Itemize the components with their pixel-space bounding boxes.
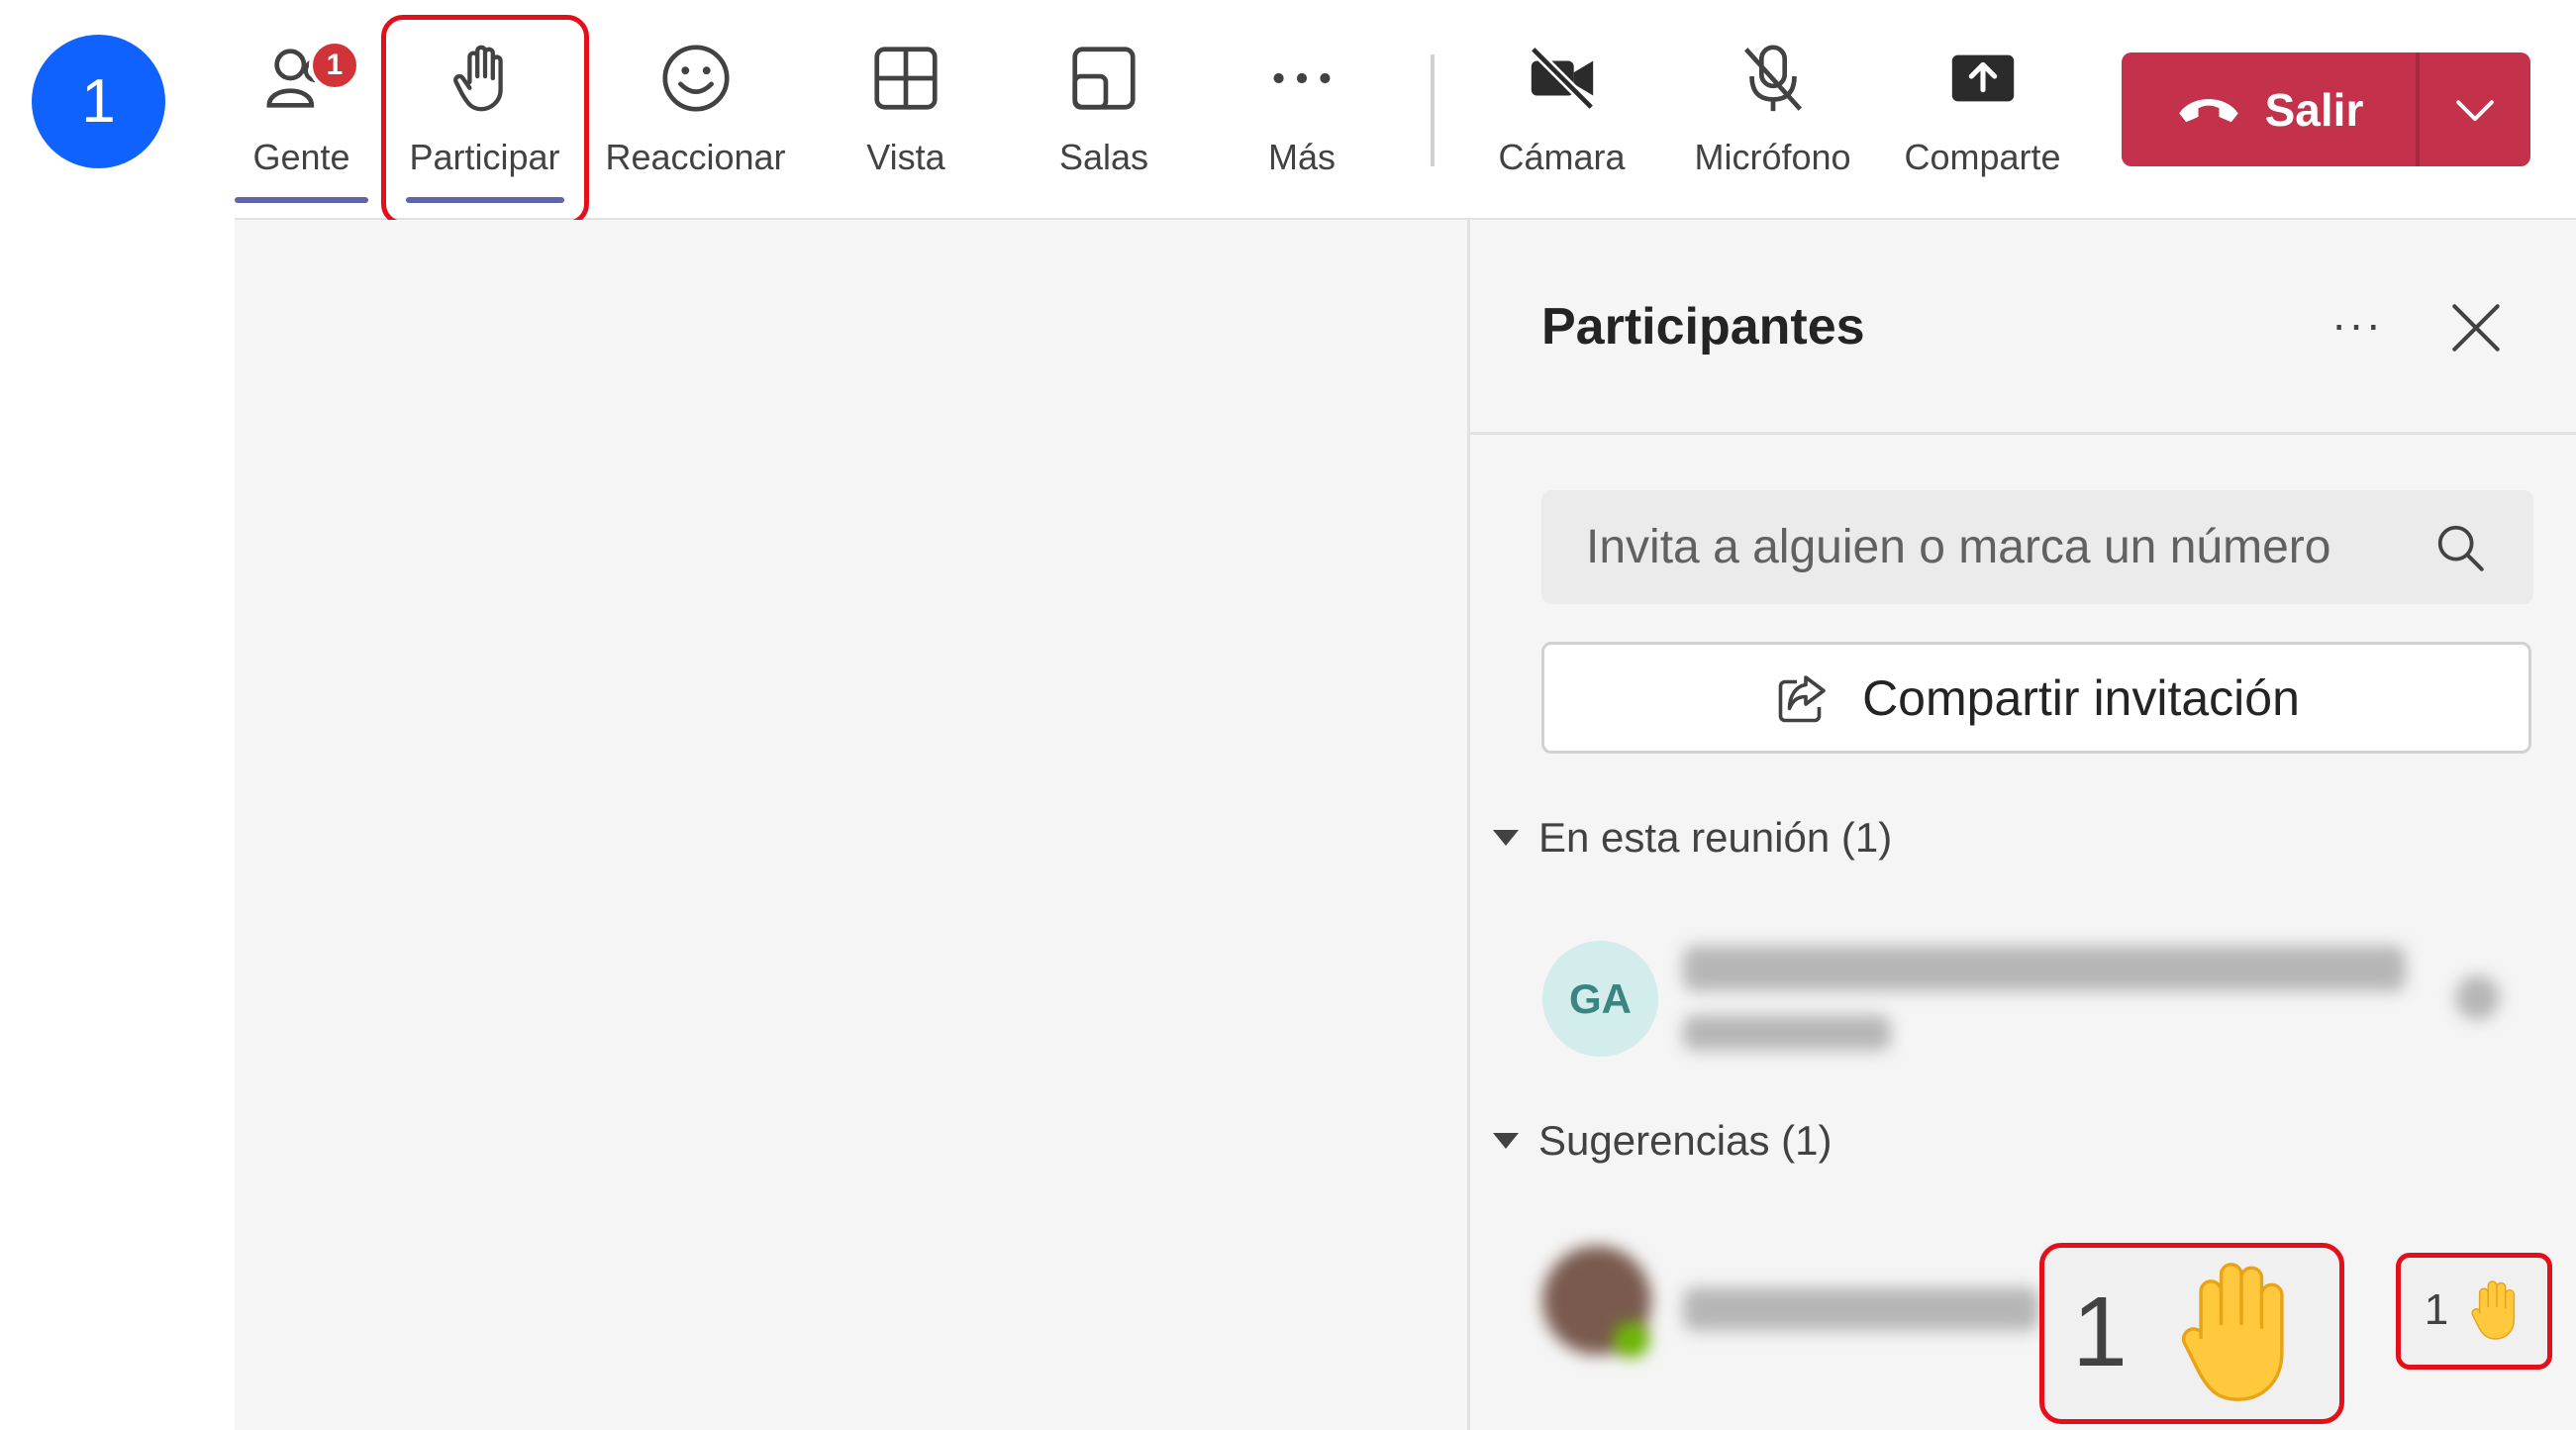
- hang-up-icon: [2178, 98, 2238, 122]
- toolbar-divider: [1431, 54, 1435, 166]
- section-suggestions-label: Sugerencias (1): [1538, 1117, 1833, 1164]
- smiley-icon: [661, 45, 730, 112]
- share-tray-label: Comparte: [1904, 137, 2061, 177]
- presence-indicator: [1614, 1322, 1649, 1358]
- close-icon[interactable]: [2445, 297, 2507, 358]
- search-placeholder: Invita a alguien o marca un número: [1586, 521, 2331, 573]
- blurred-suggestion-name: [1683, 1287, 2039, 1331]
- more-label: Más: [1267, 137, 1336, 177]
- blurred-participant-name: [1683, 946, 2406, 991]
- more-button[interactable]: Más: [1247, 22, 1356, 195]
- share-invitation-button[interactable]: Compartir invitación: [1541, 642, 2531, 754]
- panel-more-button[interactable]: ···: [2331, 297, 2383, 351]
- notification-badge: 1: [309, 40, 360, 91]
- section-suggestions[interactable]: Sugerencias (1): [1493, 1117, 1832, 1165]
- leave-button[interactable]: Salir: [2122, 52, 2530, 166]
- share-tray-button[interactable]: Comparte: [1896, 22, 2069, 195]
- share-icon: [1778, 674, 1826, 722]
- blurred-participant-status: [2455, 975, 2500, 1020]
- collapse-triangle-icon: [1493, 1133, 1519, 1149]
- view-button[interactable]: Vista: [846, 22, 965, 195]
- people-button[interactable]: Gente 1: [235, 22, 368, 203]
- rooms-button[interactable]: Salas: [1044, 22, 1163, 195]
- section-in-meeting-label: En esta reunión (1): [1538, 814, 1893, 861]
- leave-label: Salir: [2264, 83, 2364, 136]
- mic-off-icon: [1743, 45, 1802, 112]
- invite-search-input[interactable]: Invita a alguien o marca un número: [1541, 490, 2533, 604]
- react-button[interactable]: Reaccionar: [599, 22, 792, 195]
- breakout-rooms-icon: [1072, 47, 1136, 110]
- meeting-stage: [235, 220, 1467, 1430]
- react-label: Reaccionar: [605, 137, 786, 177]
- search-icon: [2437, 525, 2484, 571]
- rooms-label: Salas: [1058, 137, 1149, 177]
- highlight-hand-zoom: [2039, 1243, 2344, 1424]
- section-in-meeting[interactable]: En esta reunión (1): [1493, 814, 1892, 862]
- grid-view-icon: [874, 47, 938, 110]
- step-number-badge: 1: [32, 35, 165, 168]
- chevron-down-icon: [2456, 99, 2494, 121]
- share-invitation-label: Compartir invitación: [1862, 669, 2300, 726]
- view-label: Vista: [866, 137, 945, 177]
- microphone-label: Micrófono: [1694, 137, 1851, 177]
- camera-button[interactable]: Cámara: [1490, 22, 1634, 195]
- more-icon: [1273, 72, 1331, 84]
- people-label: Gente: [252, 137, 350, 177]
- panel-title: Participantes: [1541, 298, 1865, 356]
- highlight-raise-hand: [381, 15, 589, 226]
- camera-label: Cámara: [1498, 137, 1626, 177]
- share-tray-icon: [1951, 54, 2014, 102]
- leave-main-button[interactable]: Salir: [2122, 52, 2416, 166]
- blurred-participant-role: [1683, 1015, 1891, 1051]
- camera-off-icon: [1529, 46, 1595, 111]
- microphone-button[interactable]: Micrófono: [1681, 22, 1864, 195]
- active-indicator: [235, 197, 368, 203]
- collapse-triangle-icon: [1493, 830, 1519, 846]
- highlight-hand-counter: [2396, 1253, 2552, 1370]
- leave-options-button[interactable]: [2420, 52, 2530, 166]
- avatar: GA: [1542, 941, 1658, 1057]
